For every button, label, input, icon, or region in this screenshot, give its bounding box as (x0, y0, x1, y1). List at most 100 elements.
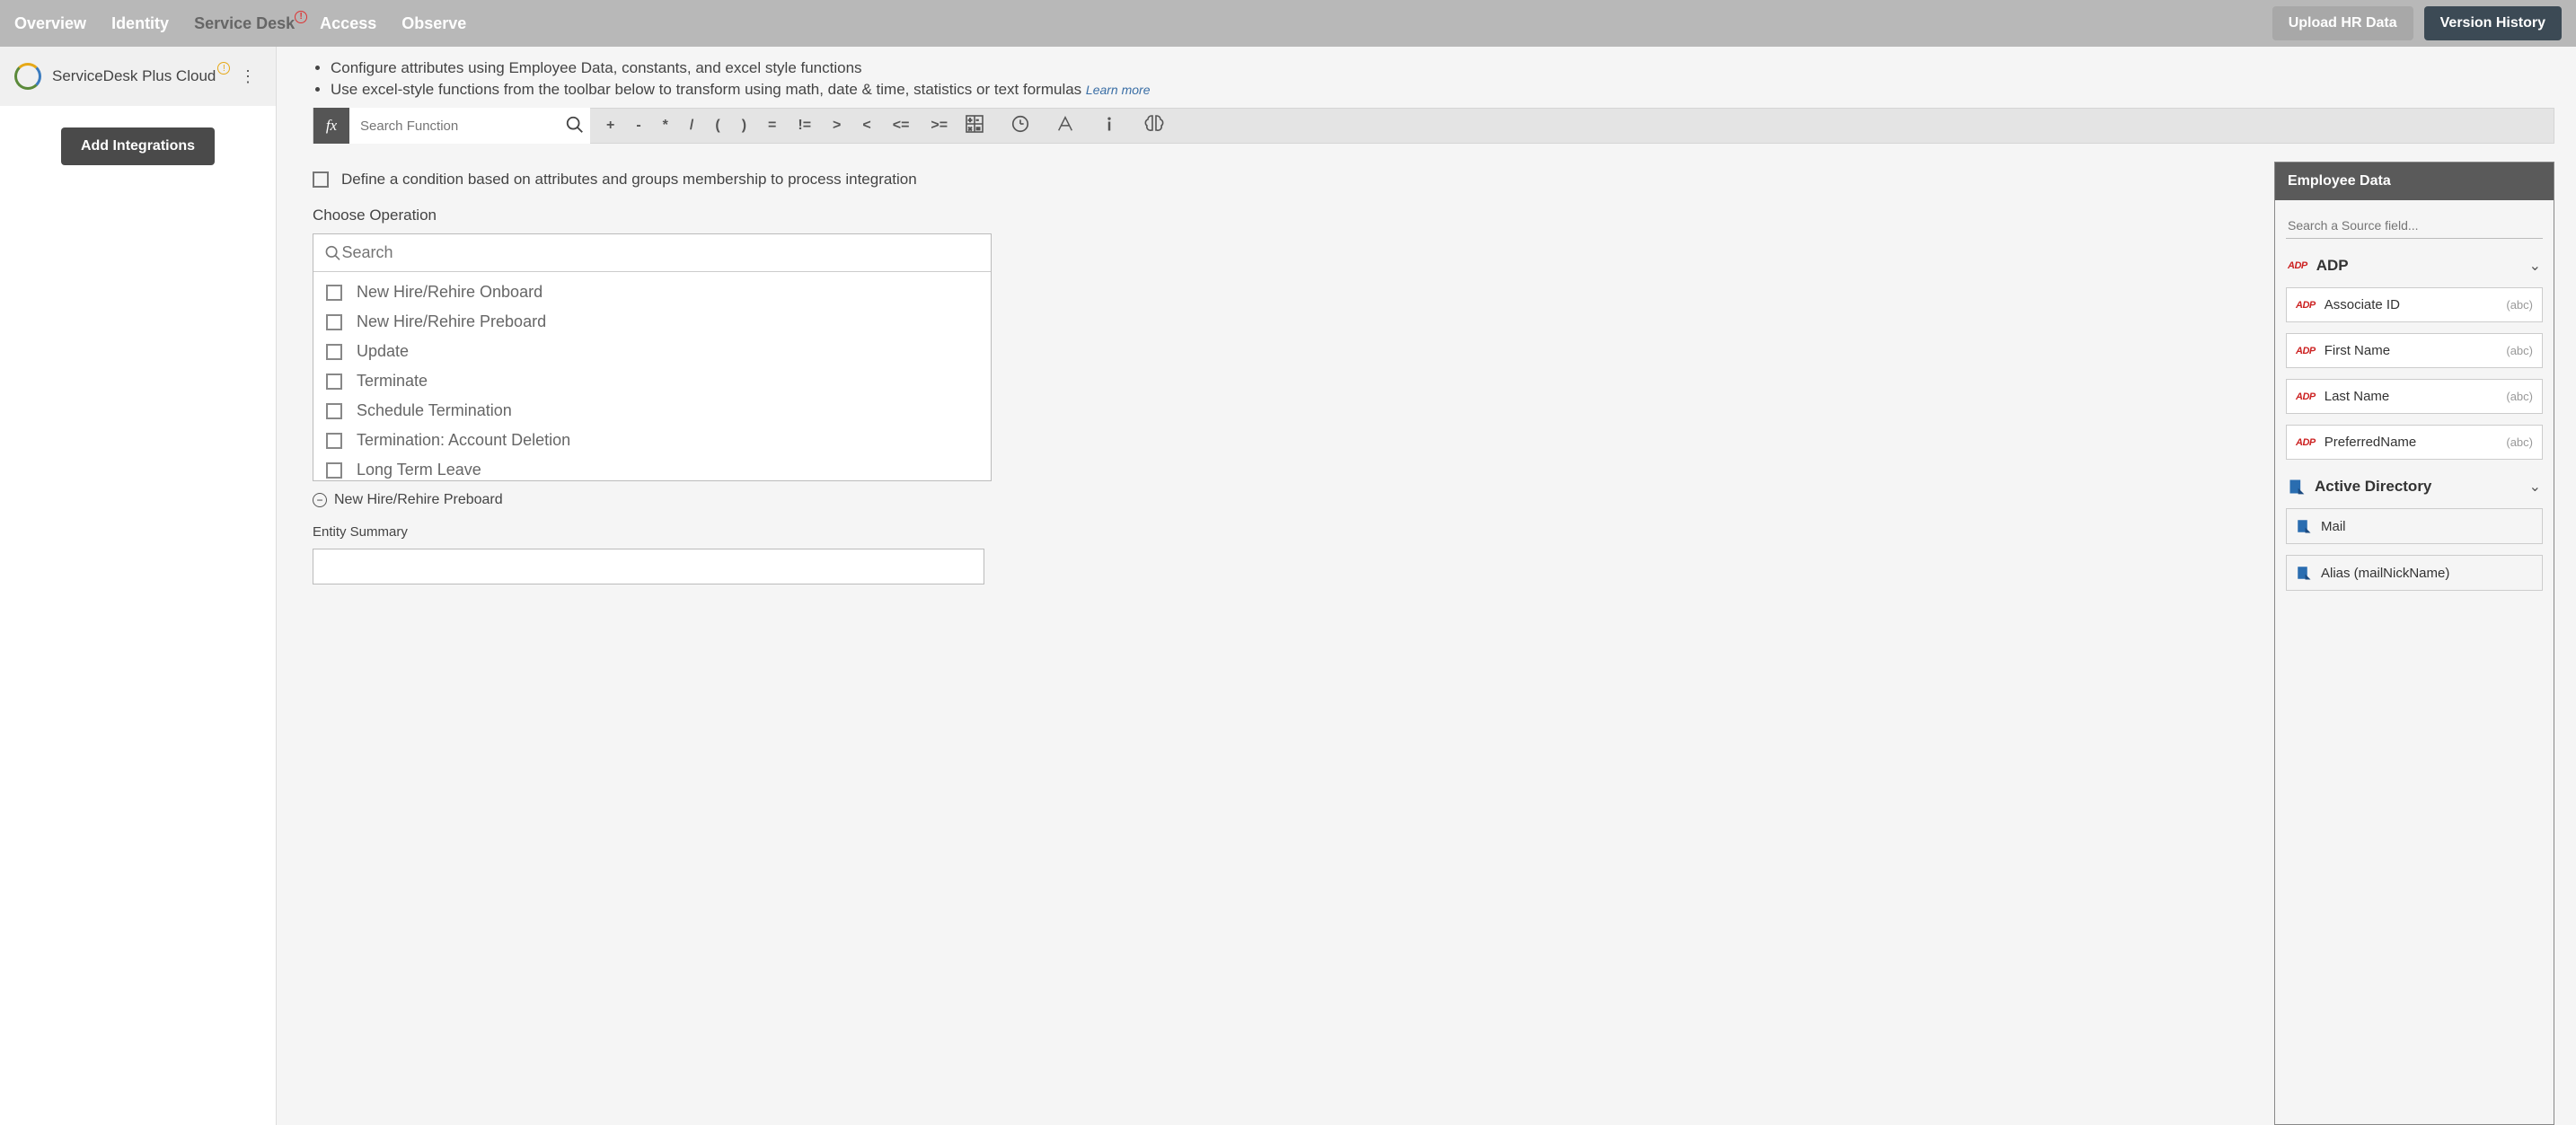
op-divide[interactable]: / (690, 118, 693, 134)
active-directory-icon (2288, 478, 2306, 496)
entity-summary-input[interactable] (313, 549, 984, 584)
field-card[interactable]: Mail (2286, 508, 2543, 544)
field-card[interactable]: ADP Last Name (abc) (2286, 379, 2543, 414)
condition-label: Define a condition based on attributes a… (341, 171, 917, 189)
field-name: PreferredName (2325, 435, 2417, 450)
info-icon[interactable] (1100, 114, 1118, 138)
op-neq[interactable]: != (798, 118, 811, 134)
sidebar-app-name-text: ServiceDesk Plus Cloud (52, 67, 216, 84)
tab-service-desk[interactable]: Service Desk ! (194, 14, 295, 33)
entity-summary-label: Entity Summary (313, 524, 2554, 540)
sidebar-header: ServiceDesk Plus Cloud ! ⋮ (0, 47, 276, 106)
tab-observe[interactable]: Observe (401, 14, 466, 33)
learn-more-link[interactable]: Learn more (1086, 83, 1151, 97)
chip-label: New Hire/Rehire Preboard (334, 492, 503, 508)
operation-item[interactable]: Schedule Termination (313, 396, 991, 426)
operation-checkbox[interactable] (326, 403, 342, 419)
brain-icon[interactable] (1143, 113, 1165, 139)
source-search-wrap (2286, 213, 2543, 239)
chevron-down-icon: ⌄ (2529, 257, 2541, 275)
choose-operation-heading: Choose Operation (313, 207, 2554, 224)
operation-label: New Hire/Rehire Onboard (357, 283, 543, 302)
source-group-active-directory[interactable]: Active Directory ⌄ (2275, 465, 2554, 503)
operation-search-input[interactable] (341, 243, 980, 262)
operation-label: Termination: Account Deletion (357, 431, 570, 450)
operation-label: Schedule Termination (357, 401, 512, 420)
operation-label: Long Term Leave (357, 461, 481, 479)
selected-operation-chip: − New Hire/Rehire Preboard (313, 492, 2554, 508)
instruction-item: Configure attributes using Employee Data… (331, 59, 2554, 77)
op-gt[interactable]: > (833, 118, 841, 134)
operation-label: Terminate (357, 372, 428, 391)
svg-text:+: + (968, 118, 972, 124)
version-history-button[interactable]: Version History (2424, 6, 2562, 40)
top-nav: Overview Identity Service Desk ! Access … (0, 0, 2576, 47)
source-group-adp[interactable]: ADP ADP ⌄ (2275, 244, 2554, 282)
formula-toolbar: fx + - * / ( ) = != > < <= >= (313, 108, 2554, 144)
operation-label: New Hire/Rehire Preboard (357, 312, 546, 331)
field-card[interactable]: ADP First Name (abc) (2286, 333, 2543, 368)
operation-checkbox[interactable] (326, 285, 342, 301)
field-card[interactable]: ADP Associate ID (abc) (2286, 287, 2543, 322)
op-gte[interactable]: >= (931, 118, 948, 134)
field-name: Last Name (2325, 389, 2390, 404)
function-search-input[interactable] (349, 108, 590, 144)
upload-hr-data-button[interactable]: Upload HR Data (2272, 6, 2413, 40)
op-multiply[interactable]: * (663, 118, 668, 134)
tab-identity[interactable]: Identity (111, 14, 169, 33)
op-rparen[interactable]: ) (742, 118, 746, 134)
chevron-down-icon: ⌄ (2529, 478, 2541, 496)
adp-logo-icon: ADP (2288, 260, 2307, 271)
field-card[interactable]: ADP PreferredName (abc) (2286, 425, 2543, 460)
adp-logo-icon: ADP (2296, 391, 2316, 402)
field-type: (abc) (2506, 390, 2533, 403)
tab-access[interactable]: Access (320, 14, 376, 33)
text-icon[interactable] (1055, 114, 1075, 138)
op-lt[interactable]: < (862, 118, 870, 134)
operation-item[interactable]: Termination: Account Deletion (313, 426, 991, 455)
operation-item[interactable]: Update (313, 337, 991, 366)
kebab-menu-icon[interactable]: ⋮ (234, 67, 261, 86)
tab-label: Service Desk (194, 14, 295, 32)
operation-list[interactable]: New Hire/Rehire Onboard New Hire/Rehire … (313, 272, 991, 480)
remove-chip-icon[interactable]: − (313, 493, 327, 507)
operation-checkbox[interactable] (326, 374, 342, 390)
add-integrations-button[interactable]: Add Integrations (61, 127, 215, 165)
operation-checkbox[interactable] (326, 462, 342, 479)
active-directory-icon (2296, 518, 2312, 534)
operation-checkbox[interactable] (326, 433, 342, 449)
search-icon[interactable] (565, 115, 585, 135)
svg-text:=: = (976, 127, 980, 133)
main-content: Configure attributes using Employee Data… (277, 47, 2576, 1125)
adp-logo-icon: ADP (2296, 300, 2316, 311)
field-card[interactable]: Alias (mailNickName) (2286, 555, 2543, 591)
function-search (349, 108, 590, 144)
group-name: Active Directory (2315, 478, 2520, 496)
instruction-list: Configure attributes using Employee Data… (331, 59, 2554, 99)
tab-overview[interactable]: Overview (14, 14, 86, 33)
operation-item[interactable]: Terminate (313, 366, 991, 396)
operation-checkbox[interactable] (326, 314, 342, 330)
operation-item[interactable]: Long Term Leave (313, 455, 991, 480)
op-eq[interactable]: = (768, 118, 776, 134)
op-plus[interactable]: + (606, 118, 614, 134)
condition-checkbox[interactable] (313, 171, 329, 188)
svg-text:×: × (968, 127, 972, 133)
operation-checkbox[interactable] (326, 344, 342, 360)
search-icon (324, 244, 341, 262)
employee-data-heading: Employee Data (2275, 163, 2554, 200)
source-field-search-input[interactable] (2286, 213, 2543, 238)
math-grid-icon[interactable]: +-× = (964, 113, 985, 139)
op-minus[interactable]: - (636, 118, 640, 134)
condition-row: Define a condition based on attributes a… (313, 171, 2554, 189)
active-directory-icon (2296, 565, 2312, 581)
nav-tabs: Overview Identity Service Desk ! Access … (14, 14, 466, 33)
operation-item[interactable]: New Hire/Rehire Onboard (313, 277, 991, 307)
warning-badge-icon: ! (217, 62, 230, 75)
sidebar: ServiceDesk Plus Cloud ! ⋮ Add Integrati… (0, 47, 277, 1125)
clock-icon[interactable] (1010, 114, 1030, 138)
operation-item[interactable]: New Hire/Rehire Preboard (313, 307, 991, 337)
op-lte[interactable]: <= (893, 118, 910, 134)
op-lparen[interactable]: ( (715, 118, 719, 134)
svg-text:-: - (976, 118, 979, 124)
